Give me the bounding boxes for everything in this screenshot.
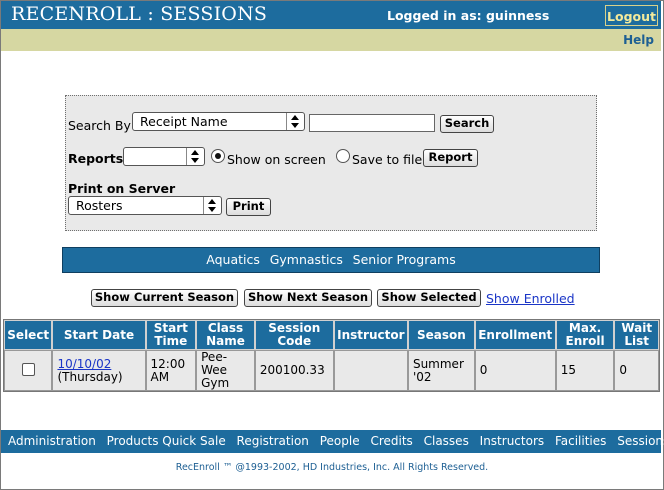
col-session-code: Session Code — [254, 320, 334, 350]
reports-select[interactable] — [123, 147, 205, 166]
category-gymnastics[interactable]: Gymnastics — [270, 252, 343, 267]
session-code-cell: 200100.33 — [254, 350, 334, 391]
select-checkbox[interactable] — [21, 362, 35, 376]
search-button[interactable]: Search — [440, 115, 494, 133]
col-start-date: Start Date — [52, 320, 146, 350]
logout-button[interactable]: Logout — [605, 5, 658, 26]
col-select: Select — [4, 320, 53, 350]
col-season: Season — [407, 320, 475, 350]
help-link[interactable]: Help — [623, 33, 654, 47]
show-on-screen-radio[interactable] — [211, 149, 225, 163]
category-bar: Aquatics Gymnastics Senior Programs — [62, 247, 600, 273]
nav-people[interactable]: People — [320, 434, 360, 448]
start-date-cell: 10/10/02 (Thursday) — [52, 350, 146, 391]
window-frame — [0, 0, 664, 490]
show-enrolled-link[interactable]: Show Enrolled — [486, 291, 575, 306]
start-date-link[interactable]: 10/10/02 — [57, 357, 111, 371]
radio-dot — [215, 153, 221, 159]
nav-products-quick-sale[interactable]: Products Quick Sale — [107, 434, 226, 448]
season-cell: Summer '02 — [407, 350, 475, 391]
start-day: (Thursday) — [57, 369, 123, 384]
search-panel: Search By Receipt Name Search Reports Sh… — [65, 95, 597, 231]
print-on-server-label: Print on Server — [68, 181, 176, 196]
col-enrollment: Enrollment — [474, 320, 556, 350]
save-to-file-label: Save to file — [352, 152, 423, 167]
print-button[interactable]: Print — [226, 198, 271, 216]
col-max-enroll: Max. Enroll — [555, 320, 615, 350]
table-row: 10/10/02 (Thursday) 12:00 AM Pee-Wee Gym … — [4, 350, 659, 391]
sessions-table: Select Start Date Start Time Class Name … — [3, 319, 660, 392]
updown-arrows-icon — [190, 149, 201, 164]
wait-list-cell: 0 — [614, 350, 659, 391]
logged-in-text: Logged in as: guinness — [387, 8, 550, 23]
enrollment-cell: 0 — [474, 350, 556, 391]
report-button[interactable]: Report — [423, 149, 478, 167]
table-header-row: Select Start Date Start Time Class Name … — [4, 320, 659, 350]
help-bar: Help — [1, 29, 661, 51]
print-select[interactable]: Rosters — [68, 196, 222, 215]
nav-classes[interactable]: Classes — [424, 434, 469, 448]
nav-administration[interactable]: Administration — [8, 434, 96, 448]
category-aquatics[interactable]: Aquatics — [206, 252, 260, 267]
select-cell — [4, 350, 53, 391]
nav-registration[interactable]: Registration — [237, 434, 309, 448]
search-by-select[interactable]: Receipt Name — [132, 112, 305, 131]
updown-arrows-icon — [207, 198, 218, 213]
nav-facilities[interactable]: Facilities — [555, 434, 606, 448]
instructor-cell — [333, 350, 408, 391]
save-to-file-radio[interactable] — [336, 149, 350, 163]
copyright-text: RecEnroll ™ @1993-2002, HD Industries, I… — [175, 462, 489, 473]
show-on-screen-label: Show on screen — [227, 152, 326, 167]
print-value: Rosters — [76, 198, 123, 213]
reports-label: Reports — [68, 151, 124, 166]
search-by-value: Receipt Name — [140, 114, 228, 129]
col-start-time: Start Time — [145, 320, 197, 350]
start-time-cell: 12:00 AM — [145, 350, 197, 391]
show-selected-button[interactable]: Show Selected — [377, 289, 481, 307]
col-wait-list: Wait List — [614, 320, 659, 350]
top-bar: RECENROLL : SESSIONS Logged in as: guinn… — [1, 1, 661, 29]
col-class-name: Class Name — [196, 320, 255, 350]
class-name-cell: Pee-Wee Gym — [196, 350, 255, 391]
max-enroll-cell: 15 — [555, 350, 615, 391]
nav-instructors[interactable]: Instructors — [480, 434, 544, 448]
footer-nav: Administration Products Quick Sale Regis… — [1, 430, 664, 453]
updown-arrows-icon — [290, 114, 301, 129]
select-divider — [203, 197, 204, 214]
search-input[interactable] — [309, 114, 435, 132]
col-instructor: Instructor — [333, 320, 408, 350]
page-title: RECENROLL : SESSIONS — [11, 3, 268, 25]
category-senior-programs[interactable]: Senior Programs — [353, 252, 456, 267]
show-next-season-button[interactable]: Show Next Season — [244, 289, 372, 307]
search-by-label: Search By — [68, 118, 131, 133]
select-divider — [186, 148, 187, 165]
nav-credits[interactable]: Credits — [370, 434, 412, 448]
nav-sessions[interactable]: Sessions — [617, 434, 664, 448]
show-current-season-button[interactable]: Show Current Season — [91, 289, 238, 307]
select-divider — [286, 113, 287, 130]
